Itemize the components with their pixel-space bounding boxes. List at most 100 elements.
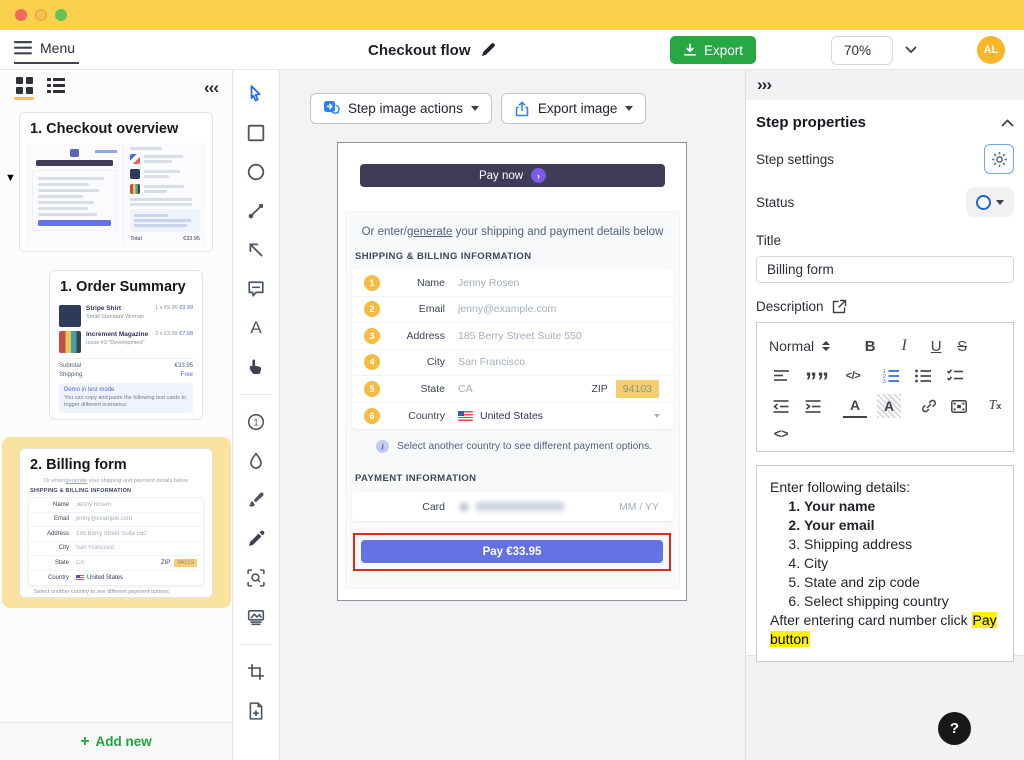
click-pointer-tool[interactable] <box>242 353 270 381</box>
zoom-region-tool[interactable] <box>242 564 270 592</box>
clear-formatting-button[interactable]: Tx <box>983 394 1007 418</box>
open-external-icon[interactable] <box>832 299 847 314</box>
ellipse-tool[interactable] <box>242 158 270 186</box>
close-window-button[interactable] <box>15 9 27 21</box>
video-button[interactable] <box>947 394 971 418</box>
connector-tool[interactable] <box>242 197 270 225</box>
dropdown-caret-icon <box>654 414 660 418</box>
background-color-button[interactable]: A <box>877 394 901 418</box>
list-view-toggle[interactable] <box>46 78 66 99</box>
zoom-level-input[interactable] <box>831 36 893 65</box>
indent-button[interactable] <box>801 394 825 418</box>
hamburger-icon <box>14 41 32 55</box>
product-thumbnail <box>59 331 81 353</box>
payment-section-header: PAYMENT INFORMATION <box>355 473 679 484</box>
grid-view-toggle[interactable] <box>14 77 34 100</box>
step-settings-button[interactable] <box>984 144 1014 174</box>
blockquote-button[interactable]: ”” <box>805 364 829 388</box>
step-number-tool[interactable]: 1 <box>242 408 270 436</box>
comment-bubble-icon <box>247 280 265 298</box>
bold-button[interactable]: B <box>858 334 882 358</box>
download-icon <box>683 43 697 57</box>
description-list: Your name Your email Shipping address Ci… <box>770 497 1000 611</box>
collapse-sidebar-icon[interactable]: ‹‹‹ <box>204 78 218 98</box>
minimize-window-button[interactable] <box>35 9 47 21</box>
field-row-name: 1 Name Jenny Rosen <box>352 270 673 297</box>
image-overlay-tool[interactable] <box>242 603 270 631</box>
link-button[interactable] <box>917 394 941 418</box>
product-thumbnail <box>130 184 140 194</box>
export-image-button[interactable]: Export image <box>501 93 647 124</box>
status-circle-icon <box>976 195 991 210</box>
menu-button[interactable]: Menu <box>14 36 79 64</box>
collapse-panel-icon[interactable]: ››› <box>757 75 771 95</box>
selected-step-highlight: 2. Billing form Or enter/generate your s… <box>2 437 231 608</box>
steps-sidebar: ‹‹‹ ▼ 1. Checkout overview <box>0 70 233 760</box>
fullscreen-window-button[interactable] <box>55 9 67 21</box>
zoom-dropdown-chevron-icon[interactable] <box>905 46 917 54</box>
check-list-button[interactable] <box>943 364 967 388</box>
chevron-up-icon[interactable] <box>1001 119 1014 127</box>
step-image-actions-button[interactable]: Step image actions <box>310 93 492 124</box>
arrow-tool[interactable] <box>242 236 270 264</box>
editor-canvas[interactable]: Step image actions Export image Pay now … <box>280 70 745 760</box>
text-color-button[interactable]: A <box>843 394 867 418</box>
edit-title-icon[interactable] <box>481 43 495 57</box>
dropdown-caret-icon <box>996 200 1004 205</box>
step-badge-6: 6 <box>364 408 380 424</box>
inline-code-button[interactable]: <> <box>769 421 793 445</box>
red-rectangle-annotation[interactable]: Pay €33.95 <box>353 533 671 571</box>
product-name: Increment Magazine <box>86 331 150 338</box>
replace-image-tool[interactable] <box>242 697 270 725</box>
step-badge-5: 5 <box>364 381 380 397</box>
billing-fields-card: 1 Name Jenny Rosen 2 Email jenny@example… <box>352 270 673 429</box>
export-button[interactable]: Export <box>670 36 756 64</box>
ordered-list-button[interactable]: 123 <box>879 364 903 388</box>
brush-tool[interactable] <box>242 486 270 514</box>
thumbnail-preview: Or enter/generate your shipping and paym… <box>20 478 212 598</box>
chevron-right-icon: › <box>531 168 546 183</box>
annotation-toolbar: A 1 <box>233 70 280 760</box>
strikethrough-button[interactable]: S <box>950 334 974 358</box>
file-plus-icon <box>247 702 265 720</box>
dropdown-caret-icon <box>625 106 633 111</box>
field-row-state-zip: 5 State CA ZIP 94103 <box>352 376 673 403</box>
outdent-button[interactable] <box>769 394 793 418</box>
step-title-input[interactable] <box>756 256 1014 283</box>
blur-tool[interactable] <box>242 447 270 475</box>
step-screenshot[interactable]: Pay now › Or enter/generate your shippin… <box>337 142 687 601</box>
add-new-step-button[interactable]: + Add new <box>80 733 152 751</box>
text-tool[interactable]: A <box>242 314 270 342</box>
thumbnail-title: 1. Order Summary <box>50 271 202 299</box>
step-thumbnail-billing-form[interactable]: 2. Billing form Or enter/generate your s… <box>19 448 213 598</box>
window-titlebar <box>0 0 1024 30</box>
step-badge-4: 4 <box>364 354 380 370</box>
step-expand-marker-icon[interactable]: ▼ <box>5 172 16 184</box>
crop-tool[interactable] <box>242 658 270 686</box>
select-updown-icon <box>822 341 830 351</box>
select-tool[interactable] <box>242 80 270 108</box>
total-value: €33.95 <box>183 236 200 242</box>
comment-tool[interactable] <box>242 275 270 303</box>
status-dropdown[interactable] <box>966 187 1014 217</box>
description-editor[interactable]: Enter following details: Your name Your … <box>756 465 1014 662</box>
us-flag-icon <box>458 411 473 421</box>
underline-button[interactable]: U <box>924 334 948 358</box>
rectangle-tool[interactable] <box>242 119 270 147</box>
product-thumbnail <box>130 154 140 164</box>
code-block-button[interactable]: </> <box>841 364 865 388</box>
title-label: Title <box>756 233 1014 248</box>
avatar[interactable]: AL <box>977 36 1005 64</box>
gear-icon <box>991 151 1008 168</box>
bullet-list-button[interactable] <box>911 364 935 388</box>
italic-button[interactable]: I <box>892 334 916 358</box>
description-label: Description <box>756 299 824 314</box>
marker-tool[interactable] <box>242 525 270 553</box>
step-thumbnail-checkout-overview[interactable]: 1. Checkout overview <box>19 112 213 252</box>
paragraph-format-select[interactable]: Normal <box>769 338 830 354</box>
hand-pointer-icon <box>247 358 265 376</box>
step-thumbnail-order-summary[interactable]: 1. Order Summary Stripe Shirt Small Stan… <box>49 270 203 420</box>
field-row-address: 3 Address 185 Berry Street Suite 550 <box>352 323 673 350</box>
align-button[interactable] <box>769 364 793 388</box>
help-button[interactable]: ? <box>938 712 971 745</box>
